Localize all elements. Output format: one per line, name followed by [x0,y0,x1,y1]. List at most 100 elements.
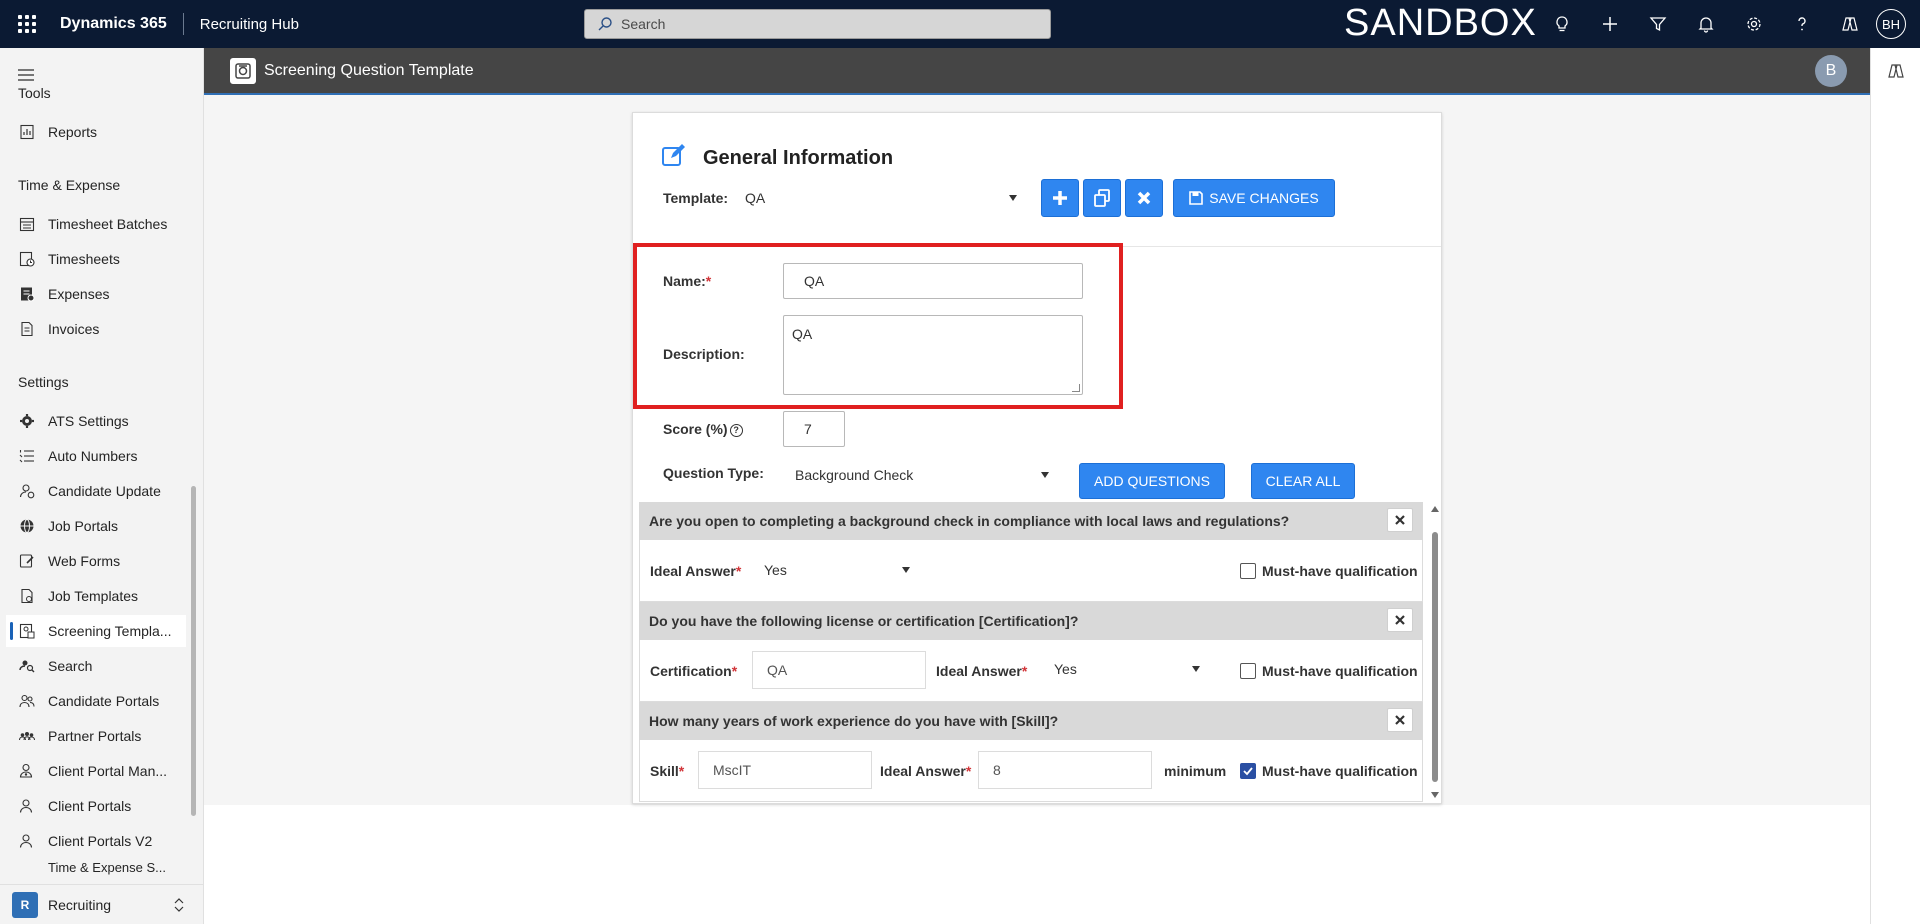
nav-item-label: Reports [48,124,98,140]
copy-template-button[interactable] [1083,179,1121,217]
question-header: Do you have the following license or cer… [639,602,1423,640]
gear-icon[interactable] [1730,0,1778,48]
nav-item-timesheet-batches[interactable]: Timesheet Batches [6,208,186,240]
page-header: Screening Question Template B [204,48,1870,95]
nav-item-label: Client Portals V2 [48,833,153,849]
question-type-select[interactable]: Background Check [783,456,1063,494]
nav-item-invoices[interactable]: Invoices [6,313,186,345]
area-switcher[interactable]: R Recruiting [0,884,203,924]
ideal-answer-select[interactable]: Yes [752,552,924,588]
nav-item-client-portal-management[interactable]: Client Portal Man... [6,755,186,787]
nav-item-label: Candidate Portals [48,693,160,709]
minimum-label: minimum [1164,763,1227,779]
remove-question-button[interactable] [1387,508,1413,532]
question-list-scrollbar[interactable] [1429,502,1441,802]
calendar-icon [18,215,36,233]
nav-item-job-templates[interactable]: Job Templates [6,580,186,612]
bell-icon[interactable] [1682,0,1730,48]
global-search-input[interactable]: Search [584,9,1051,39]
save-changes-button[interactable]: SAVE CHANGES [1173,179,1335,217]
score-input[interactable]: 7 [783,411,845,447]
nav-item-label: Time & Expense S... [48,860,167,875]
skill-value: MscIT [713,762,752,778]
delete-template-button[interactable] [1125,179,1163,217]
must-have-checkbox[interactable] [1240,663,1256,679]
nav-item-label: Timesheets [48,251,120,267]
page-user-avatar[interactable]: B [1815,55,1847,87]
expense-icon [18,285,36,303]
scrollbar-thumb[interactable] [1432,532,1438,782]
plus-icon[interactable] [1586,0,1634,48]
chevron-down-icon [1041,472,1049,478]
nav-item-auto-numbers[interactable]: Auto Numbers [6,440,186,472]
must-have-checkbox[interactable] [1240,563,1256,579]
nav-scrollbar[interactable] [191,486,196,816]
help-icon[interactable] [1778,0,1826,48]
nav-item-candidate-update[interactable]: Candidate Update [6,475,186,507]
nav-item-candidate-portals[interactable]: Candidate Portals [6,685,186,717]
nav-item-client-portals[interactable]: Client Portals [6,790,186,822]
description-textarea[interactable]: QA [783,315,1083,395]
nav-item-reports[interactable]: Reports [6,116,186,148]
waffle-icon [18,15,36,33]
score-label: Score (%)? [663,421,743,437]
certification-input[interactable]: QA [752,651,926,689]
nav-item-expenses[interactable]: Expenses [6,278,186,310]
clear-all-button[interactable]: CLEAR ALL [1251,463,1355,499]
section-title: General Information [703,147,894,169]
lightbulb-icon[interactable] [1538,0,1586,48]
question-list: Are you open to completing a background … [639,502,1429,802]
ideal-answer-select[interactable]: Yes [1042,651,1214,687]
help-icon[interactable]: ? [729,423,743,437]
template-select-value: QA [745,190,766,206]
copilot-icon[interactable] [1887,62,1905,83]
checkmark-icon [1243,767,1253,776]
hamburger-menu-icon[interactable] [18,68,34,84]
scroll-up-icon [1431,506,1439,512]
ideal-answer-label: Ideal Answer* [880,763,972,779]
nav-item-client-portals-v2[interactable]: Client Portals V2 [6,825,186,857]
chevron-down-icon [1192,666,1200,672]
nav-item-web-forms[interactable]: Web Forms [6,545,186,577]
area-badge: R [12,891,38,918]
add-questions-button[interactable]: ADD QUESTIONS [1079,463,1225,499]
screening-icon [18,622,36,640]
nav-item-screening-templates[interactable]: Screening Templa... [6,615,186,647]
save-icon [1189,191,1204,205]
nav-item-label: Web Forms [48,553,121,569]
person-icon [18,832,36,850]
filter-icon[interactable] [1634,0,1682,48]
name-input[interactable]: QA [783,263,1083,299]
add-template-button[interactable] [1041,179,1079,217]
question-body: Skill* MscIT Ideal Answer* 8 minimum Mus… [639,740,1423,802]
search-placeholder: Search [621,16,666,32]
nav-item-timesheets[interactable]: Timesheets [6,243,186,275]
user-avatar[interactable]: BH [1876,9,1906,39]
remove-question-button[interactable] [1387,608,1413,632]
nav-item-job-portals[interactable]: Job Portals [6,510,186,542]
app-launcher-button[interactable] [0,0,54,48]
question-text: Do you have the following license or cer… [649,613,1079,629]
plus-icon [1053,191,1067,205]
question-body: Ideal Answer* Yes Must-have qualificatio… [639,540,1423,602]
question-text: Are you open to completing a background … [649,513,1290,529]
skill-input[interactable]: MscIT [698,751,872,789]
resize-grip-icon[interactable] [1072,384,1080,392]
remove-question-button[interactable] [1387,708,1413,732]
must-have-checkbox[interactable] [1240,763,1256,779]
nav-item-time-expense-settings[interactable]: Time & Expense S... [6,860,186,880]
person-icon [18,797,36,815]
copilot-icon[interactable] [1826,0,1874,48]
app-name[interactable]: Recruiting Hub [184,16,299,33]
description-textarea-value: QA [792,326,813,342]
nav-item-partner-portals[interactable]: Partner Portals [6,720,186,752]
nav-item-label: Expenses [48,286,110,302]
template-select[interactable]: QA [733,181,1029,215]
nav-item-search[interactable]: Search [6,650,186,682]
brand-name[interactable]: Dynamics 365 [60,13,184,35]
search-people-icon [18,657,36,675]
ideal-answer-input[interactable]: 8 [978,751,1152,789]
nav-item-ats-settings[interactable]: ATS Settings [6,405,186,437]
template-icon [18,587,36,605]
area-label: Recruiting [48,896,112,913]
